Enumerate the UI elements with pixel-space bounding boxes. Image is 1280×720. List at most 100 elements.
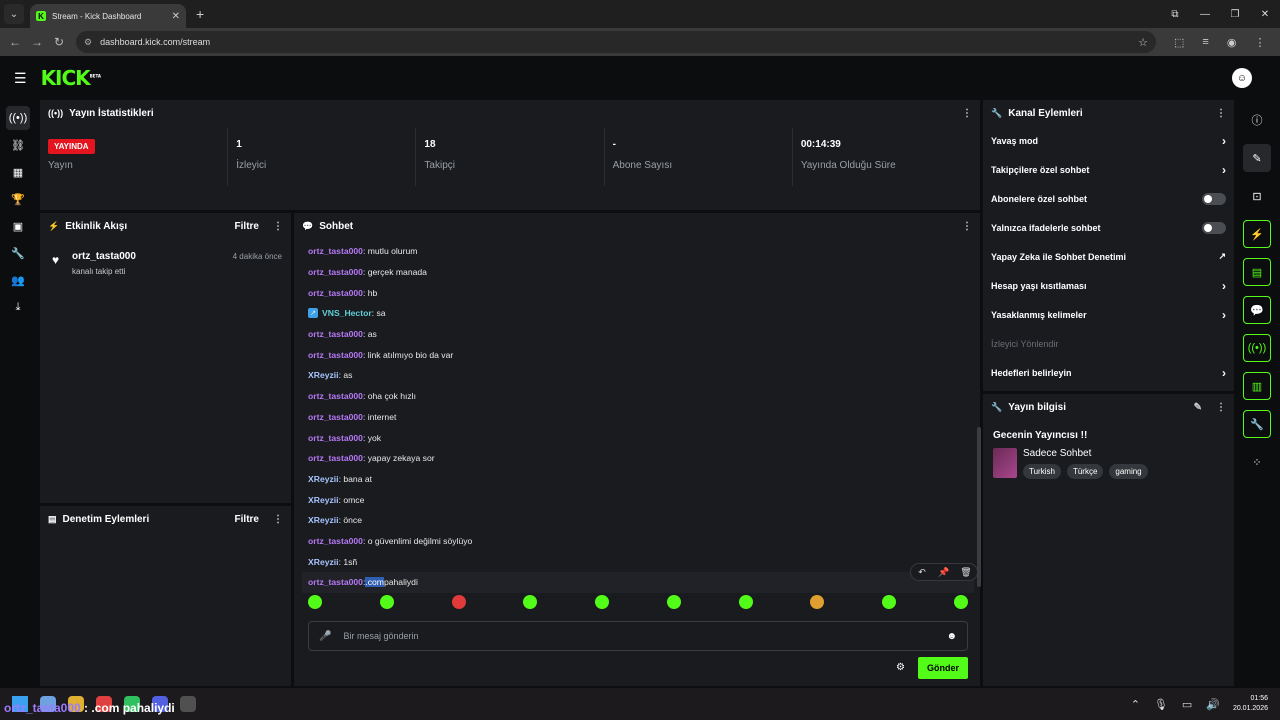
emote-icon[interactable] xyxy=(738,595,753,609)
site-info-icon[interactable]: ⚙ xyxy=(84,37,92,48)
chat-message[interactable]: XReyzii: as xyxy=(308,365,968,386)
chat-message[interactable]: XReyzii: önce xyxy=(308,510,968,531)
action-followers-only[interactable]: Takipçilere özel sohbet › xyxy=(983,155,1234,184)
chat-username[interactable]: ortz_tasta000 xyxy=(308,329,363,339)
chat-username[interactable]: ortz_tasta000 xyxy=(308,453,363,463)
subscribers-only-toggle[interactable] xyxy=(1202,192,1226,205)
users-icon[interactable]: 👥 xyxy=(6,268,30,292)
tag[interactable]: Türkçe xyxy=(1066,464,1104,479)
layout-icon[interactable]: ▥ xyxy=(1243,372,1271,400)
delete-icon[interactable]: 🗑 xyxy=(955,567,977,578)
extensions-icon[interactable]: ⬚ xyxy=(1174,36,1184,49)
more-options-icon[interactable]: ⋮ xyxy=(962,221,972,232)
chat-message[interactable]: XReyzii: omce xyxy=(308,489,968,510)
chat-message[interactable]: XReyzii: 1sñ xyxy=(308,551,968,572)
add-widget-icon[interactable]: ⁘ xyxy=(1243,448,1271,476)
trophy-icon[interactable]: 🏆 xyxy=(6,187,30,211)
tag[interactable]: gaming xyxy=(1109,464,1148,479)
chat-message[interactable]: ortz_tasta000: o güvenlimi değilmi söylü… xyxy=(308,531,968,552)
action-account-age[interactable]: Hesap yaşı kısıtlaması › xyxy=(983,271,1234,300)
system-clock[interactable]: 01:56 20.01.2026 xyxy=(1233,694,1268,714)
chat-username[interactable]: ortz_tasta000 xyxy=(308,536,363,546)
chat-username[interactable]: ortz_tasta000 xyxy=(308,391,363,401)
screenshot-icon[interactable]: ⊡ xyxy=(1243,182,1271,210)
more-options-icon[interactable]: ⋮ xyxy=(273,514,283,525)
action-set-goals[interactable]: Hedefleri belirleyin › xyxy=(983,358,1234,387)
tag[interactable]: Turkish xyxy=(1023,464,1061,479)
chat-message[interactable]: ↗ VNS_Hector: sa xyxy=(308,303,968,324)
chat-username[interactable]: XReyzii xyxy=(308,474,339,484)
more-options-icon[interactable]: ⋮ xyxy=(1216,108,1226,119)
broadcast-icon[interactable]: ((•)) xyxy=(1243,334,1271,362)
chat-message[interactable]: ortz_tasta000: yok xyxy=(308,427,968,448)
tab-list-icon[interactable]: ⧉ xyxy=(1160,9,1190,20)
reply-icon[interactable]: ↶ xyxy=(911,567,933,578)
reload-icon[interactable]: ↻ xyxy=(48,35,70,49)
chat-bubble-icon[interactable]: 💬 xyxy=(1243,296,1271,324)
media-icon[interactable]: ≡ xyxy=(1202,36,1208,49)
more-options-icon[interactable]: ⋮ xyxy=(962,108,972,119)
chat-username[interactable]: ortz_tasta000 xyxy=(308,577,363,587)
chat-message[interactable]: ortz_tasta000: gerçek manada xyxy=(308,262,968,283)
lightning-icon[interactable]: ⚡ xyxy=(1243,220,1271,248)
more-options-icon[interactable]: ⋮ xyxy=(1216,402,1226,413)
link-icon[interactable]: ⛓ xyxy=(6,133,30,157)
chat-message[interactable]: ortz_tasta000: link atılmıyo bio da var xyxy=(308,344,968,365)
microphone-icon[interactable]: 🎙 xyxy=(1154,698,1168,711)
chat-username[interactable]: XReyzii xyxy=(308,557,339,567)
emote-icon[interactable] xyxy=(666,595,681,609)
url-input[interactable]: ⚙ dashboard.kick.com/stream ☆ xyxy=(76,31,1156,53)
chat-message[interactable]: ortz_tasta000: oha çok hızlı xyxy=(308,386,968,407)
chat-message[interactable]: XReyzii: bana at xyxy=(308,469,968,490)
activity-user[interactable]: ortz_tasta000 xyxy=(72,251,136,262)
action-ai-moderation[interactable]: Yapay Zeka ile Sohbet Denetimi ↗ xyxy=(983,242,1234,271)
upload-icon[interactable]: ⤓ xyxy=(6,295,30,319)
info-icon[interactable]: ⓘ xyxy=(1243,106,1271,134)
new-tab-icon[interactable]: + xyxy=(196,6,204,22)
chat-message[interactable]: ortz_tasta000: as xyxy=(308,324,968,345)
tab-search-icon[interactable]: ⌄ xyxy=(4,4,24,24)
emote-icon[interactable] xyxy=(595,595,610,609)
chat-message[interactable]: ortz_tasta000: mutlu olurum xyxy=(308,241,968,262)
video-icon[interactable]: ▣ xyxy=(6,214,30,238)
chat-message-hovered[interactable]: ortz_tasta000: .com pahaliydi xyxy=(302,572,974,593)
pin-icon[interactable]: 📌 xyxy=(933,567,955,578)
action-slow-mode[interactable]: Yavaş mod › xyxy=(983,126,1234,155)
chat-message-input[interactable]: 🎤 Bir mesaj gönderin ☻ xyxy=(308,621,968,651)
close-icon[interactable]: ✕ xyxy=(172,11,180,22)
back-icon[interactable]: ← xyxy=(4,35,26,49)
hamburger-menu-icon[interactable]: ☰ xyxy=(14,70,27,87)
more-options-icon[interactable]: ⋮ xyxy=(273,221,283,232)
moderation-filter-button[interactable]: Filtre xyxy=(235,514,259,525)
stream-category[interactable]: Sadece Sohbet xyxy=(1023,448,1091,459)
emote-icon[interactable] xyxy=(523,595,538,609)
bookmark-star-icon[interactable]: ☆ xyxy=(1138,36,1148,49)
chat-username[interactable]: ortz_tasta000 xyxy=(308,350,363,360)
emote-icon[interactable] xyxy=(308,595,322,609)
chat-message[interactable]: ortz_tasta000: yapay zekaya sor xyxy=(308,448,968,469)
edit-pencil-icon[interactable]: ✎ xyxy=(1194,402,1202,413)
chat-username[interactable]: XReyzii xyxy=(308,370,339,380)
chat-username[interactable]: ortz_tasta000 xyxy=(308,433,363,443)
browser-tab[interactable]: K Stream - Kick Dashboard ✕ xyxy=(30,4,186,28)
microphone-icon[interactable]: 🎤 xyxy=(319,631,331,642)
chat-username[interactable]: ortz_tasta000 xyxy=(308,412,363,422)
action-banned-words[interactable]: Yasaklanmış kelimeler › xyxy=(983,300,1234,329)
chevron-up-icon[interactable]: ⌃ xyxy=(1131,698,1140,711)
minimize-icon[interactable]: — xyxy=(1190,9,1220,20)
emote-icon[interactable] xyxy=(882,595,897,609)
emote-icon[interactable] xyxy=(953,595,968,609)
chat-username[interactable]: VNS_Hector xyxy=(322,308,372,318)
activity-filter-button[interactable]: Filtre xyxy=(235,221,259,232)
emote-icon[interactable] xyxy=(451,595,466,609)
chat-message[interactable]: ortz_tasta000: hb xyxy=(308,282,968,303)
wrench-icon[interactable]: 🔧 xyxy=(6,241,30,265)
forward-icon[interactable]: → xyxy=(26,35,48,49)
window-close-icon[interactable]: ✕ xyxy=(1250,9,1280,20)
chat-username[interactable]: ortz_tasta000 xyxy=(308,246,363,256)
edit-icon[interactable]: ✎ xyxy=(1243,144,1271,172)
chat-scrollbar[interactable] xyxy=(977,427,981,587)
maximize-icon[interactable]: ❐ xyxy=(1220,9,1250,20)
chat-username[interactable]: XReyzii xyxy=(308,515,339,525)
send-button[interactable]: Gönder xyxy=(918,657,968,679)
